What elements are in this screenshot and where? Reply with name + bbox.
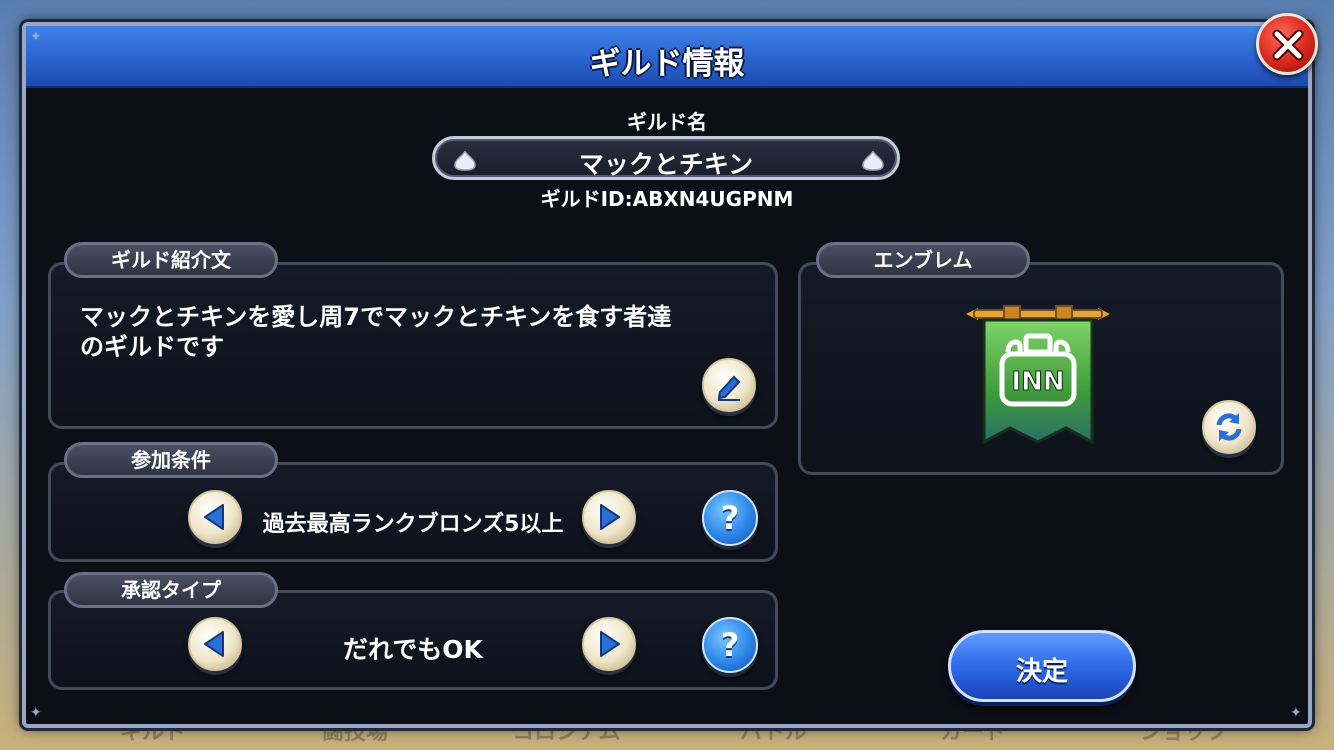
approval-value: だれでもOK — [343, 635, 483, 664]
requirement-next-button[interactable] — [582, 490, 636, 544]
title-bar: ギルド情報 — [26, 26, 1308, 88]
refresh-icon — [1216, 413, 1242, 441]
question-mark-icon: ? — [720, 626, 740, 664]
slime-icon — [862, 150, 884, 171]
pencil-icon — [717, 375, 741, 401]
corner-ornament-icon: ✦ — [30, 29, 42, 45]
requirement-value: 過去最高ランクブロンズ5以上 — [262, 512, 564, 537]
confirm-button[interactable]: 決定 — [948, 630, 1136, 702]
arrow-right-icon — [600, 504, 620, 530]
approval-next-button[interactable] — [582, 617, 636, 671]
close-button[interactable] — [1256, 13, 1318, 75]
introduction-label: ギルド紹介文 — [64, 242, 278, 278]
requirement-label: 参加条件 — [64, 442, 278, 478]
refresh-emblem-button[interactable] — [1202, 400, 1256, 454]
corner-ornament-icon: ✦ — [30, 705, 42, 721]
approval-help-button[interactable]: ? — [702, 617, 758, 673]
arrow-left-icon — [204, 631, 224, 657]
confirm-button-label: 決定 — [1015, 657, 1068, 687]
emblem-text: INN — [1011, 367, 1064, 397]
question-mark-icon: ? — [720, 499, 740, 537]
approval-prev-button[interactable] — [188, 617, 242, 671]
guild-name-field: マックとチキン — [432, 136, 900, 180]
guild-name-label: ギルド名 — [627, 110, 707, 134]
dialog-title: ギルド情報 — [589, 46, 745, 82]
guild-emblem-banner[interactable]: INN — [964, 300, 1112, 448]
arrow-left-icon — [204, 504, 224, 530]
close-x-icon — [1272, 29, 1304, 61]
edit-introduction-button[interactable] — [702, 358, 756, 412]
arrow-right-icon — [600, 631, 620, 657]
emblem-label: エンブレム — [816, 242, 1030, 278]
corner-ornament-icon: ✦ — [1290, 705, 1302, 721]
requirement-prev-button[interactable] — [188, 490, 242, 544]
guild-id: ギルドID:ABXN4UGPNM — [540, 187, 794, 211]
guild-name-value: マックとチキン — [578, 150, 754, 179]
introduction-text: マックとチキンを愛し周7でマックとチキンを食す者達のギルドです — [80, 303, 672, 361]
requirement-help-button[interactable]: ? — [702, 490, 758, 546]
approval-label: 承認タイプ — [64, 572, 278, 608]
